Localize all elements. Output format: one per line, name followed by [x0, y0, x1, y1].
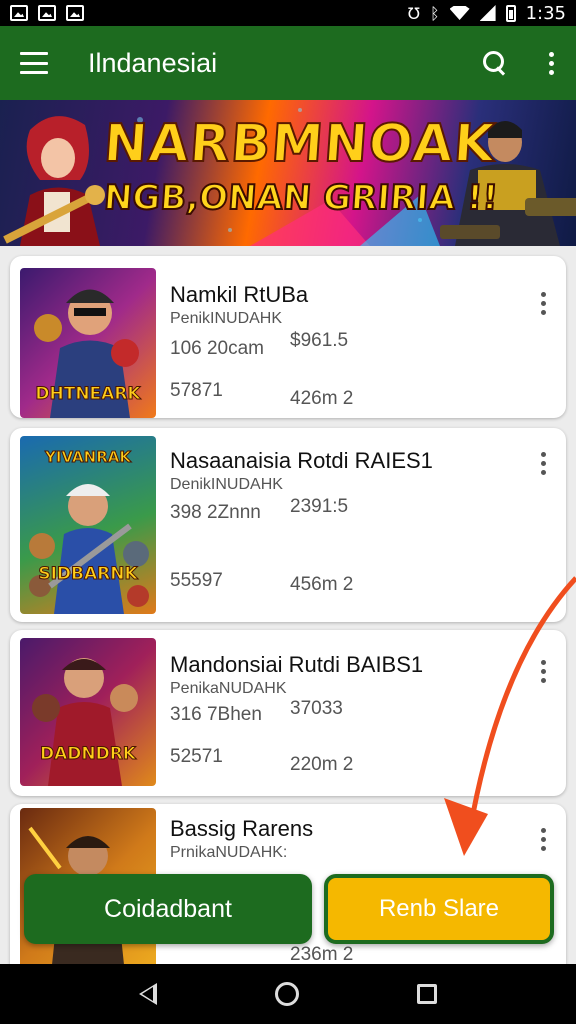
heroine-character [3, 116, 105, 246]
item-price: 37033 [290, 698, 343, 719]
app-title: Ilndanesiai [88, 47, 218, 78]
item-meta: 106 20cam [170, 338, 265, 359]
notification-icons [10, 5, 84, 21]
list-item[interactable]: DHTNEARK Namkil RtUBa PenikINUDAHK 106 2… [10, 256, 566, 418]
app-bar: Ilndanesiai [0, 26, 576, 100]
clock: 1:35 [525, 2, 566, 24]
app-thumbnail: YIVANRAK SIDBARNK [20, 436, 156, 614]
item-title: Nasaanaisia Rotdi RAIES1 [170, 448, 433, 473]
item-size: 220m 2 [290, 754, 354, 775]
app-thumbnail: DADNDRK [20, 638, 156, 786]
status-bar: Ʊ ᛒ 1:35 [0, 0, 576, 26]
banner-headline: NARBMNOAK [101, 113, 498, 175]
overflow-menu-icon[interactable] [546, 51, 556, 75]
signal-icon [479, 5, 496, 21]
back-icon[interactable] [139, 983, 157, 1005]
item-meta: 398 2Znnn [170, 502, 261, 523]
wifi-icon [449, 6, 470, 20]
item-size: 456m 2 [290, 574, 354, 595]
bluetooth-icon: ᛒ [429, 3, 440, 23]
item-subtitle: PenikINUDAHK [170, 310, 283, 327]
download-button[interactable]: Coidadbant [24, 874, 312, 944]
item-title: Bassig Rarens [170, 816, 314, 841]
recents-icon[interactable] [417, 984, 437, 1004]
item-price: $961.5 [290, 330, 349, 351]
item-subtitle: DenikINUDAHK [170, 476, 283, 493]
photo-notification-icon [10, 5, 28, 21]
item-size: 426m 2 [290, 388, 354, 409]
gallery-notification-icon [38, 5, 56, 21]
image-notification-icon [66, 5, 84, 21]
pointer-arrow-icon [444, 576, 576, 856]
item-count: 52571 [170, 746, 223, 767]
thumbnail-title: YIVANRAK [45, 448, 132, 467]
search-icon[interactable] [482, 50, 508, 76]
share-button[interactable]: Renb Slare [324, 874, 554, 944]
item-size: 236m 2 [290, 944, 354, 964]
thumbnail-caption: DHTNEARK [35, 384, 141, 405]
thumbnail-caption: SIDBARNK [38, 564, 138, 585]
item-menu-icon[interactable] [538, 292, 548, 315]
app-thumbnail: DHTNEARK [20, 268, 156, 418]
item-meta: 316 7Bhen [170, 704, 262, 725]
item-menu-icon[interactable] [538, 452, 548, 475]
thumbnail-caption: DADNDRK [40, 744, 137, 765]
item-title: Mandonsiai Rutdi BAIBS1 [170, 652, 424, 677]
item-count: 57871 [170, 380, 223, 401]
home-icon[interactable] [275, 982, 299, 1006]
item-subtitle: PenikaNUDAHK [170, 680, 287, 697]
item-subtitle: PrnikaNUDAHK: [170, 844, 288, 861]
menu-icon[interactable] [20, 52, 48, 74]
battery-icon [505, 4, 516, 22]
item-price: 2391:5 [290, 496, 349, 517]
nfc-icon: Ʊ [407, 3, 420, 23]
system-icons: Ʊ ᛒ 1:35 [408, 3, 566, 24]
item-title: Namkil RtUBa [170, 282, 309, 307]
promo-banner[interactable]: NARBMNOAK NGB,ONAN GRIRIA !! [0, 100, 576, 246]
item-count: 55597 [170, 570, 223, 591]
banner-tagline: NGB,ONAN GRIRIA !! [102, 177, 501, 219]
navigation-bar [0, 964, 576, 1024]
